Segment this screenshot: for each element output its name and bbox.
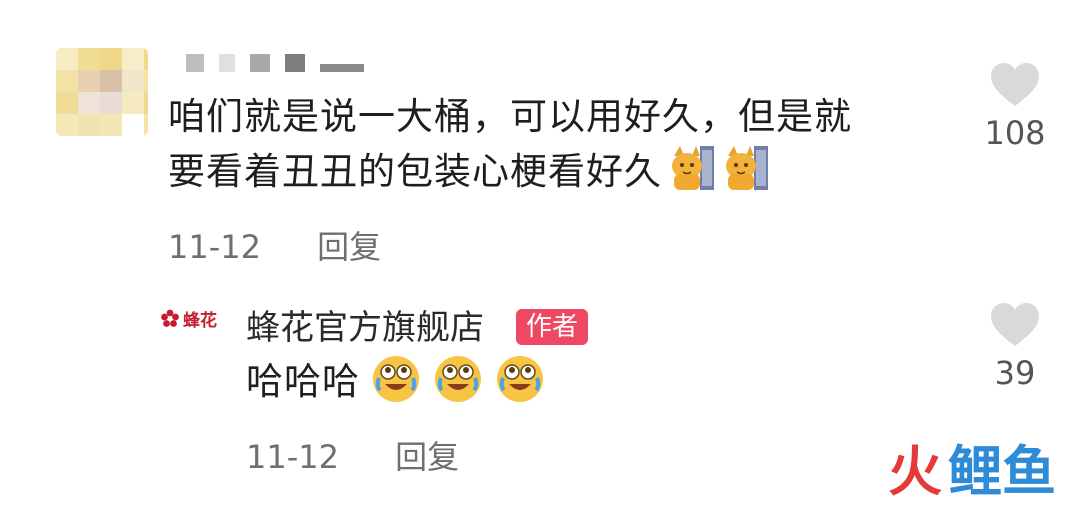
comment-meta: 11-12 回复: [168, 222, 381, 268]
flower-logo-icon: [161, 309, 179, 327]
commenter-avatar[interactable]: [56, 48, 148, 136]
laughing-crying-emoji: [370, 352, 422, 419]
watermark: 火 鲤鱼: [888, 427, 1056, 506]
laughing-crying-emoji: [494, 352, 546, 419]
watermark-text-1: 火: [888, 440, 942, 503]
reply-button[interactable]: 回复: [317, 228, 381, 266]
commenter-name-blurred[interactable]: [186, 52, 374, 78]
like-button[interactable]: 108: [970, 62, 1060, 152]
reply-meta: 11-12 回复: [246, 432, 459, 478]
logo-text: 蜂花: [183, 311, 217, 331]
comment-text-line2: 要看着丑丑的包装心梗看好久: [168, 150, 662, 193]
comment-date: 11-12: [168, 228, 261, 266]
author-name[interactable]: 蜂花官方旗舰店: [246, 300, 484, 349]
heart-icon[interactable]: [989, 62, 1041, 108]
reply-text-content: 哈哈哈: [246, 360, 360, 403]
comment-text: 咱们就是说一大桶，可以用好久，但是就 要看着丑丑的包装心梗看好久: [168, 90, 852, 207]
like-count: 39: [994, 354, 1036, 392]
reply-button[interactable]: 回复: [395, 438, 459, 476]
cat-emoji: [670, 144, 716, 207]
reply-date: 11-12: [246, 438, 339, 476]
like-count: 108: [984, 114, 1046, 152]
laughing-crying-emoji: [432, 352, 484, 419]
author-badge: 作者: [516, 309, 589, 345]
reply-text: 哈哈哈: [246, 352, 546, 419]
watermark-text-2: 鲤鱼: [948, 440, 1056, 503]
brand-logo[interactable]: 蜂花: [160, 306, 217, 331]
comment-text-line1: 咱们就是说一大桶，可以用好久，但是就: [168, 95, 852, 138]
cat-emoji: [724, 144, 770, 207]
heart-icon[interactable]: [989, 302, 1041, 348]
like-button[interactable]: 39: [970, 302, 1060, 392]
